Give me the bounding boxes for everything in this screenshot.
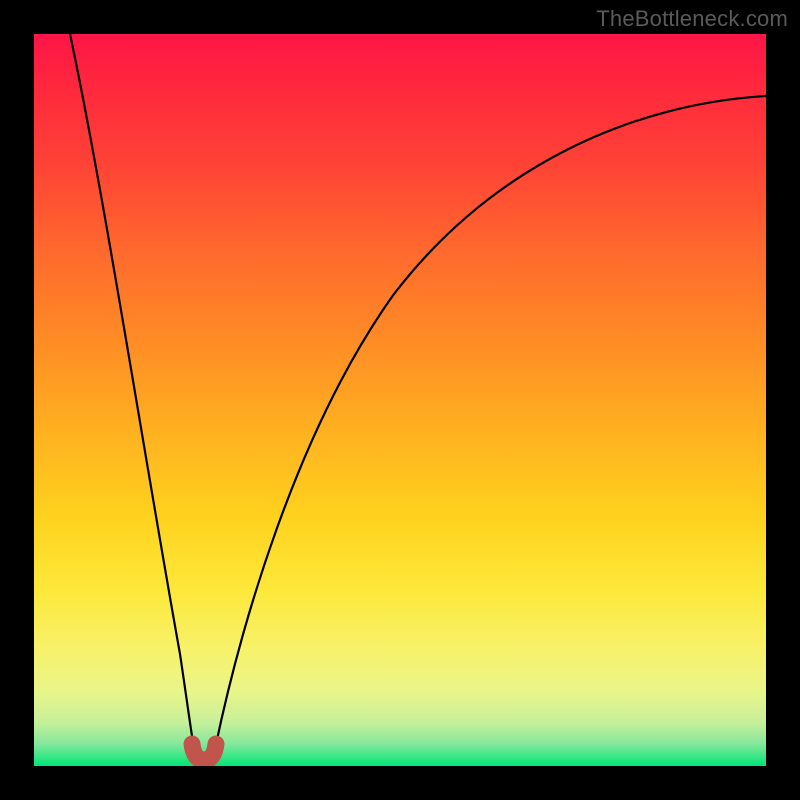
chart-frame: TheBottleneck.com bbox=[0, 0, 800, 800]
chart-plot-area bbox=[34, 34, 766, 766]
watermark-text: TheBottleneck.com bbox=[596, 6, 788, 32]
curve-right-branch bbox=[215, 96, 766, 749]
bottleneck-curve bbox=[34, 34, 766, 766]
curve-left-branch bbox=[70, 34, 194, 749]
optimal-marker bbox=[192, 744, 216, 760]
